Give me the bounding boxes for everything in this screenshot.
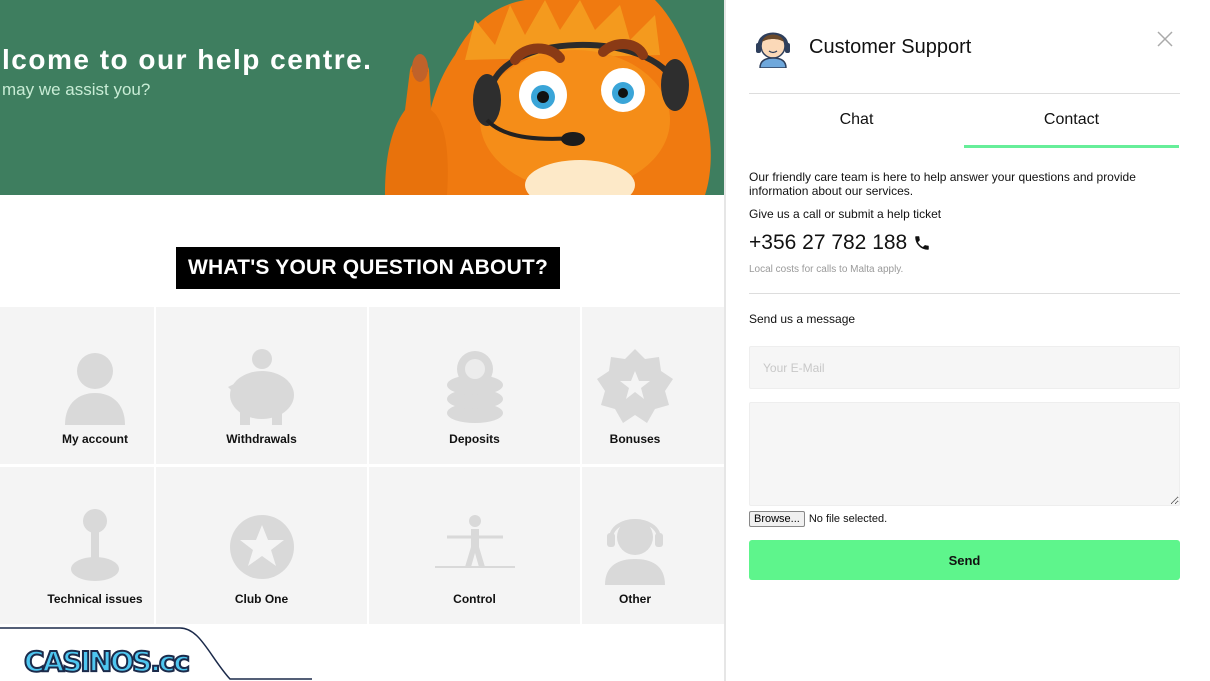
star-circle-icon [222,507,302,587]
message-section-label: Send us a message [749,312,856,326]
headset-agent-icon [595,507,675,587]
phone-cost-note: Local costs for calls to Malta apply. [749,264,904,275]
category-my-account[interactable]: My account [0,307,154,464]
panel-title: Customer Support [809,36,972,58]
phone-number-row[interactable]: +356 27 782 188 [749,231,931,255]
tab-contact[interactable]: Contact [964,100,1179,148]
joystick-icon [55,507,135,587]
support-agent-avatar [756,32,790,68]
casinos-cc-watermark: CASINOS.cc [0,627,312,680]
message-textarea[interactable] [749,402,1180,506]
tightrope-icon [434,507,515,587]
category-control[interactable]: Control [369,467,580,624]
category-label: My account [61,432,128,446]
category-club-one[interactable]: Club One [156,467,367,624]
category-label: Bonuses [609,432,661,446]
category-label: Withdrawals [226,432,297,446]
hero-subtitle: may we assist you? [2,80,151,99]
file-status: No file selected. [808,513,888,525]
category-label: Deposits [449,432,500,446]
close-icon[interactable] [1156,30,1174,48]
phone-number[interactable]: +356 27 782 188 [749,231,907,255]
email-field[interactable] [749,346,1180,389]
piggy-bank-icon [222,347,302,427]
phone-icon [915,236,929,250]
user-icon [55,347,135,427]
category-other[interactable]: Other [582,467,725,624]
browse-button[interactable]: Browse... [749,511,805,527]
header-divider [749,93,1180,94]
category-withdrawals[interactable]: Withdrawals [156,307,367,464]
category-label: Other [618,592,651,606]
badge-star-icon [595,347,675,427]
category-deposits[interactable]: Deposits [369,307,580,464]
mascot-image [385,0,711,195]
tab-chat[interactable]: Chat [749,100,964,148]
category-bonuses[interactable]: Bonuses [582,307,725,464]
call-prompt: Give us a call or submit a help ticket [749,207,942,221]
hero-title: lcome to our help centre. [2,44,373,75]
category-technical-issues[interactable]: Technical issues [0,467,154,624]
question-heading: WHAT'S YOUR QUESTION ABOUT? [176,247,560,289]
send-button[interactable]: Send [749,540,1180,580]
category-label: Control [453,592,496,606]
support-panel: Customer Support Chat Contact Our friend… [726,0,1210,681]
category-label: Technical issues [47,592,143,606]
category-grid: My account Withdrawals Deposits Bonuses [0,307,725,627]
intro-text: Our friendly care team is here to help a… [749,170,1136,198]
help-centre: lcome to our help centre. may we assist … [0,0,725,681]
watermark-text: CASINOS.cc [24,645,188,678]
category-label: Club One [234,592,289,606]
coins-icon [435,347,515,427]
section-divider [749,293,1180,294]
hero-banner: lcome to our help centre. may we assist … [0,0,725,195]
file-upload-row: Browse... No file selected. [749,511,887,527]
